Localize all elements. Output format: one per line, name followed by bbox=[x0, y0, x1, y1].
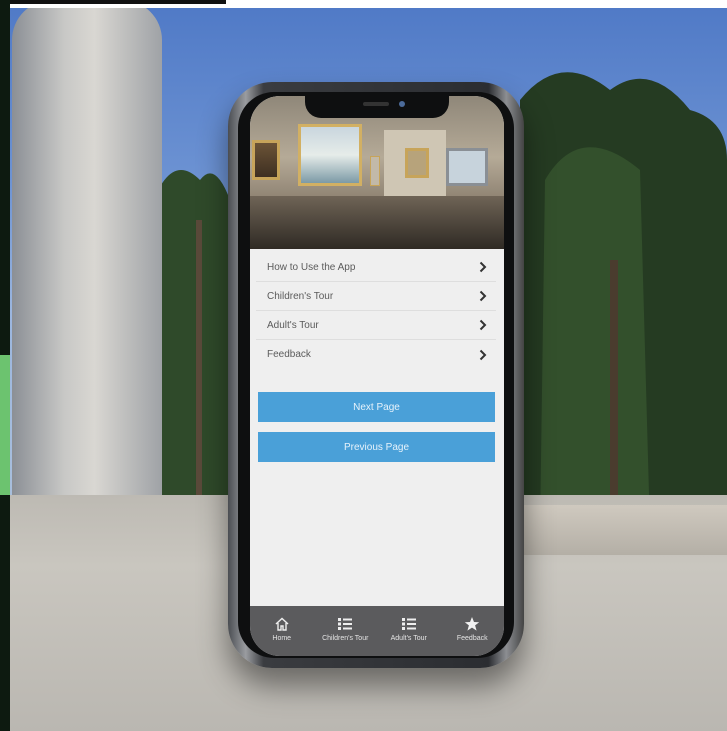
left-strip-green bbox=[0, 355, 10, 495]
chevron-right-icon bbox=[476, 289, 490, 303]
bottom-tab-bar: Home Children's Tour Adult's Tour Feedba… bbox=[250, 606, 504, 656]
tab-label: Adult's Tour bbox=[390, 635, 427, 642]
pillar bbox=[12, 0, 162, 520]
painting bbox=[405, 148, 429, 178]
home-icon bbox=[275, 617, 289, 631]
tab-label: Children's Tour bbox=[322, 635, 369, 642]
speaker-grille bbox=[363, 102, 389, 106]
tab-adults-tour[interactable]: Adult's Tour bbox=[377, 606, 441, 656]
menu-item-adults-tour[interactable]: Adult's Tour bbox=[256, 311, 496, 340]
previous-page-button[interactable]: Previous Page bbox=[258, 432, 495, 462]
top-border-dark bbox=[0, 0, 226, 4]
menu-item-label: Feedback bbox=[267, 349, 311, 360]
next-page-button[interactable]: Next Page bbox=[258, 392, 495, 422]
menu-item-feedback[interactable]: Feedback bbox=[256, 340, 496, 369]
gallery-floor bbox=[250, 196, 504, 249]
list-icon bbox=[338, 618, 353, 630]
tab-home[interactable]: Home bbox=[250, 606, 314, 656]
star-icon bbox=[465, 617, 480, 631]
tab-childrens-tour[interactable]: Children's Tour bbox=[314, 606, 378, 656]
menu-item-how-to-use[interactable]: How to Use the App bbox=[256, 253, 496, 282]
phone-notch bbox=[305, 96, 449, 118]
painting bbox=[446, 148, 488, 186]
chevron-right-icon bbox=[476, 260, 490, 274]
tab-feedback[interactable]: Feedback bbox=[441, 606, 505, 656]
ledge bbox=[520, 505, 727, 555]
chevron-right-icon bbox=[476, 318, 490, 332]
gallery-hero-image bbox=[250, 96, 504, 249]
painting bbox=[252, 140, 280, 180]
painting-ship bbox=[298, 124, 362, 186]
menu-item-label: Adult's Tour bbox=[267, 319, 319, 331]
phone-screen: How to Use the App Children's Tour Adult… bbox=[250, 96, 504, 656]
tab-label: Home bbox=[272, 635, 292, 642]
list-icon bbox=[401, 618, 416, 630]
menu-item-label: Children's Tour bbox=[267, 290, 334, 302]
menu-item-childrens-tour[interactable]: Children's Tour bbox=[256, 282, 496, 311]
chevron-right-icon bbox=[476, 348, 490, 362]
tab-label: Feedback bbox=[456, 635, 488, 642]
painting bbox=[370, 156, 380, 186]
main-menu: How to Use the App Children's Tour Adult… bbox=[256, 253, 496, 369]
menu-item-label: How to Use the App bbox=[267, 261, 356, 273]
front-camera bbox=[399, 101, 405, 107]
